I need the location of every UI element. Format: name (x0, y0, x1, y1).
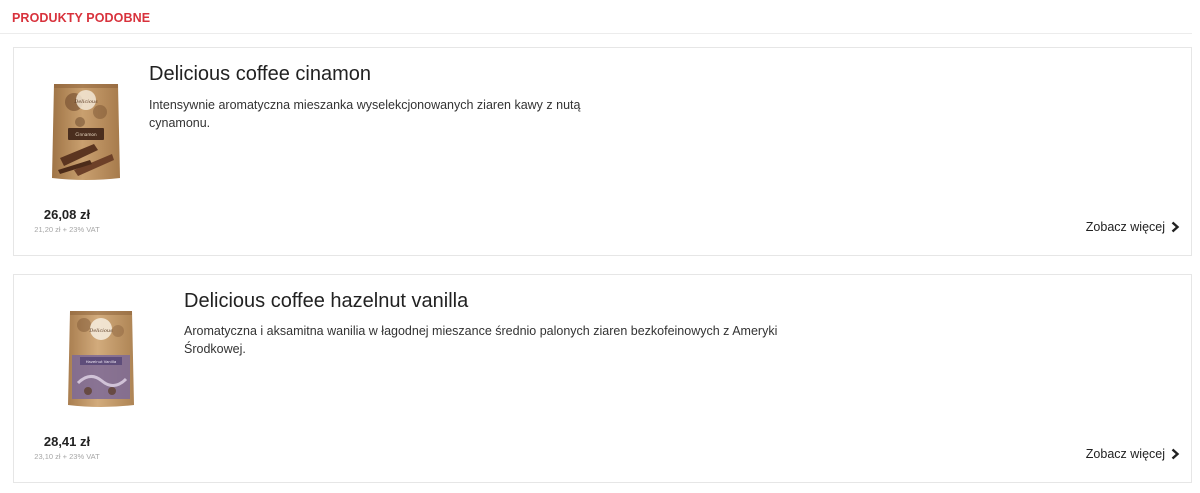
gross-price: 28,41 zł (43, 434, 91, 449)
see-more-label: Zobacz więcej (1085, 447, 1165, 461)
net-price: 23,10 zł + 23% VAT (34, 452, 100, 461)
product-image-cinnamon[interactable]: Delicious Cinnamon (50, 78, 122, 184)
svg-text:Delicious: Delicious (88, 328, 113, 334)
section-title: PRODUKTY PODOBNE (12, 11, 151, 25)
svg-text:Cinnamon: Cinnamon (75, 132, 97, 137)
svg-text:Hazelnut Vanilla: Hazelnut Vanilla (86, 359, 117, 364)
product-image-hazelnut-vanilla[interactable]: Delicious Hazelnut Vanilla (66, 305, 136, 411)
product-name[interactable]: Delicious coffee cinamon (149, 63, 371, 86)
see-more-link[interactable]: Zobacz więcej (1086, 447, 1180, 461)
chevron-right-icon (1171, 448, 1180, 460)
see-more-label: Zobacz więcej (1085, 220, 1165, 234)
section-divider (0, 33, 1192, 34)
svg-text:Delicious: Delicious (73, 99, 98, 105)
product-description: Aromatyczna i aksamitna wanilia w łagodn… (184, 324, 778, 356)
product-card: Delicious Hazelnut Vanilla Delicious cof… (13, 274, 1192, 483)
similar-products-header: PRODUKTY PODOBNE (0, 0, 1200, 34)
chevron-right-icon (1171, 221, 1180, 233)
product-description: Intensywnie aromatyczna mieszanka wysele… (149, 98, 581, 130)
gross-price: 26,08 zł (43, 207, 91, 222)
see-more-link[interactable]: Zobacz więcej (1086, 220, 1180, 234)
product-name[interactable]: Delicious coffee hazelnut vanilla (184, 290, 468, 313)
price-block: 28,41 zł 23,10 zł + 23% VAT (22, 434, 112, 461)
product-card: Delicious Cinnamon Delicious coffee cina… (13, 47, 1192, 256)
price-block: 26,08 zł 21,20 zł + 23% VAT (22, 207, 112, 234)
net-price: 21,20 zł + 23% VAT (34, 225, 100, 234)
